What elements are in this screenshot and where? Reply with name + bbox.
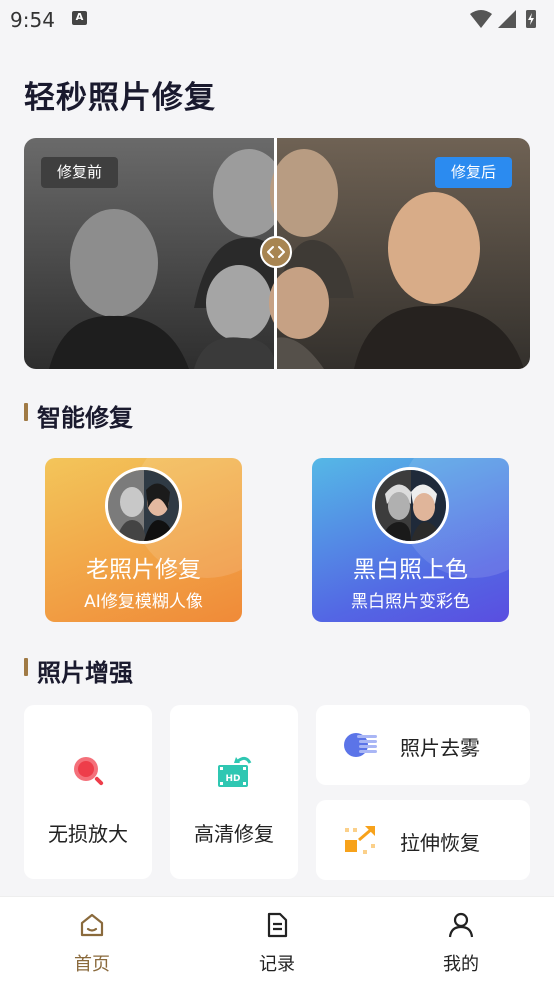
before-badge: 修复前 (41, 157, 118, 188)
user-icon (448, 912, 474, 938)
section-title-enhance: 照片增强 (24, 653, 133, 688)
stretch-arrow-icon (345, 826, 375, 854)
nav-label: 我的 (443, 954, 479, 975)
card-subtitle: 黑白照片变彩色 (351, 592, 470, 612)
tile-label: 高清修复 (194, 822, 274, 846)
notification-icon: A (72, 11, 87, 25)
status-icons (470, 10, 536, 28)
status-time: 9:54 (10, 8, 55, 32)
page-title: 轻秒照片修复 (24, 80, 216, 116)
slider-handle-icon[interactable] (260, 236, 292, 268)
tile-label: 拉伸恢复 (400, 831, 480, 855)
document-icon (267, 912, 288, 938)
tile-label: 照片去雾 (400, 736, 480, 760)
nav-label: 记录 (259, 954, 295, 975)
stretch-restore-tile[interactable]: 拉伸恢复 (316, 800, 530, 880)
colorize-card[interactable]: 黑白照上色 黑白照片变彩色 (312, 458, 509, 622)
hd-repair-tile[interactable]: HD 高清修复 (170, 705, 298, 879)
zoom-icon (74, 757, 104, 786)
hd-film-icon: HD (218, 756, 252, 787)
nav-item-home[interactable]: 首页 (37, 897, 147, 984)
home-icon (80, 913, 104, 937)
section-title-smart-repair: 智能修复 (24, 398, 133, 433)
haze-cloud-icon (344, 733, 377, 757)
card-title: 黑白照上色 (353, 557, 468, 583)
svg-text:HD: HD (225, 774, 240, 784)
before-after-comparison[interactable]: 修复前 修复后 (24, 138, 530, 369)
tile-label: 无损放大 (48, 822, 128, 846)
dehaze-tile[interactable]: 照片去雾 (316, 705, 530, 785)
card-subtitle: AI修复模糊人像 (84, 592, 203, 612)
lossless-zoom-tile[interactable]: 无损放大 (24, 705, 152, 879)
status-bar: 9:54 A (0, 0, 554, 38)
bottom-nav: 首页 记录 我的 (0, 896, 554, 984)
signal-icon (498, 10, 516, 28)
card-title: 老照片修复 (86, 557, 201, 583)
nav-label: 首页 (74, 954, 110, 975)
old-photo-repair-card[interactable]: 老照片修复 AI修复模糊人像 (45, 458, 242, 622)
after-badge: 修复后 (435, 157, 512, 188)
wifi-icon (470, 10, 492, 28)
old-photo-avatar (105, 467, 182, 544)
colorize-avatar (372, 467, 449, 544)
nav-item-records[interactable]: 记录 (222, 897, 332, 984)
nav-item-mine[interactable]: 我的 (406, 897, 516, 984)
